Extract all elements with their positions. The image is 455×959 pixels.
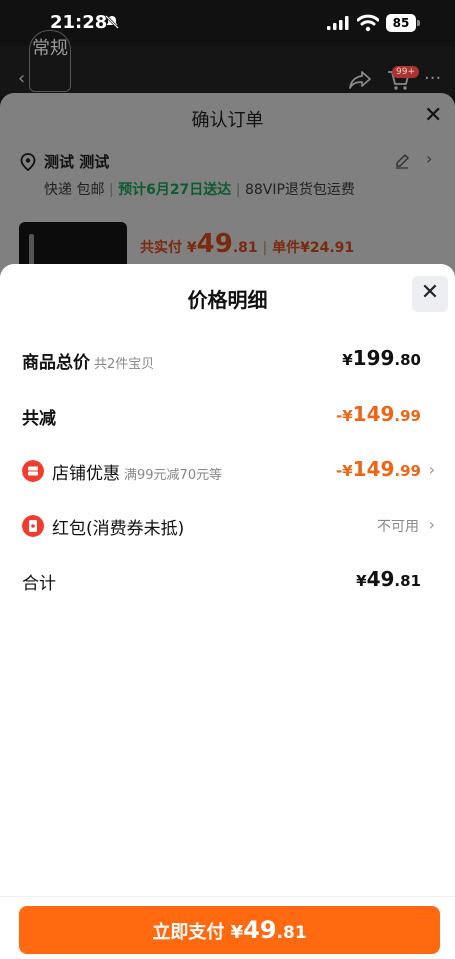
order-pay-summary: 共实付 ¥49.81 | 单件¥24.91 xyxy=(140,229,354,259)
battery-tip xyxy=(417,20,420,26)
delivery-estimate: 预计6月27日送达 xyxy=(118,182,232,198)
shop-coupon-icon xyxy=(22,460,44,482)
total-count: 共2件宝贝 xyxy=(94,357,155,372)
red-packet-icon xyxy=(22,515,44,537)
shop-discount-amount: -¥149.99 xyxy=(336,457,421,481)
more-icon[interactable]: ··· xyxy=(424,68,441,89)
back-chevron-icon[interactable]: ‹ xyxy=(18,68,25,89)
red-packet-status: 不可用 xyxy=(377,519,419,535)
total-amount: ¥199.80 xyxy=(342,346,421,370)
confirm-order-title: 确认订单 xyxy=(191,110,264,131)
pay-label: 共实付 ¥ xyxy=(140,240,197,256)
shop-discount-rule: 满99元减70元等 xyxy=(124,468,223,483)
close-button[interactable]: ✕ xyxy=(412,276,448,312)
address-chevron-icon[interactable]: › xyxy=(426,149,432,168)
cellular-signal-icon xyxy=(327,16,349,30)
row-reduction: 共减 -¥149.99 xyxy=(0,402,455,432)
pay-now-int: 49 xyxy=(243,916,277,944)
reduction-amount: -¥149.99 xyxy=(336,402,421,426)
shop-discount-chevron-icon: › xyxy=(428,460,435,479)
row-shop-discount[interactable]: 店铺优惠 满99元减70元等 -¥149.99 › xyxy=(0,457,455,487)
category-tag: 常规 xyxy=(29,30,71,92)
battery-indicator: 85 xyxy=(386,14,420,32)
unit-price: ¥24.91 xyxy=(300,240,355,256)
pay-now-label: 立即支付 xyxy=(152,922,225,943)
share-icon[interactable] xyxy=(348,70,372,90)
price-detail-sheet: 价格明细 ✕ 商品总价 共2件宝贝 ¥199.80 共减 -¥149.99 店铺优… xyxy=(0,264,455,959)
row-total: 商品总价 共2件宝贝 ¥199.80 xyxy=(0,346,455,376)
shop-discount-label: 店铺优惠 满99元减70元等 xyxy=(52,464,223,484)
unit-label: 单件 xyxy=(272,240,301,256)
pay-cents: .81 xyxy=(232,240,258,256)
status-time: 21:28 xyxy=(50,12,108,33)
pay-now-button[interactable]: 立即支付 ¥49.81 xyxy=(19,906,440,954)
row-red-packet[interactable]: 红包(消费券未抵) 不可用 › xyxy=(0,512,455,542)
row-sum: 合计 ¥49.81 xyxy=(0,567,455,597)
red-packet-chevron-icon: › xyxy=(428,515,435,534)
total-label: 商品总价 共2件宝贝 xyxy=(22,353,155,373)
price-detail-title: 价格明细 xyxy=(187,288,268,312)
pay-int: 49 xyxy=(196,229,233,259)
shipping-info: 快递 包邮 | 预计6月27日送达 | 88VIP退货包运费 xyxy=(44,179,355,199)
red-packet-label: 红包(消费券未抵) xyxy=(52,519,185,539)
sum-amount: ¥49.81 xyxy=(356,567,421,591)
pay-now-cents: .81 xyxy=(276,923,307,943)
confirm-close-icon[interactable]: ✕ xyxy=(424,103,442,128)
shipping-separator: | xyxy=(235,182,241,198)
vip-perk: 88VIP退货包运费 xyxy=(244,182,355,198)
wifi-icon xyxy=(357,14,379,32)
reduction-label: 共减 xyxy=(22,409,56,429)
pay-separator: | xyxy=(262,240,268,256)
edit-pencil-icon[interactable] xyxy=(394,153,410,169)
battery-level: 85 xyxy=(386,14,416,32)
bell-muted-icon xyxy=(105,15,119,29)
recipient-name[interactable]: 测试 测试 xyxy=(44,151,109,172)
pay-now-yen: ¥ xyxy=(230,922,244,943)
location-pin-icon xyxy=(20,153,36,171)
sum-label: 合计 xyxy=(22,574,56,594)
cart-badge: 99+ xyxy=(392,66,419,78)
shipping-method: 快递 包邮 xyxy=(44,182,105,198)
shipping-separator: | xyxy=(108,182,114,198)
